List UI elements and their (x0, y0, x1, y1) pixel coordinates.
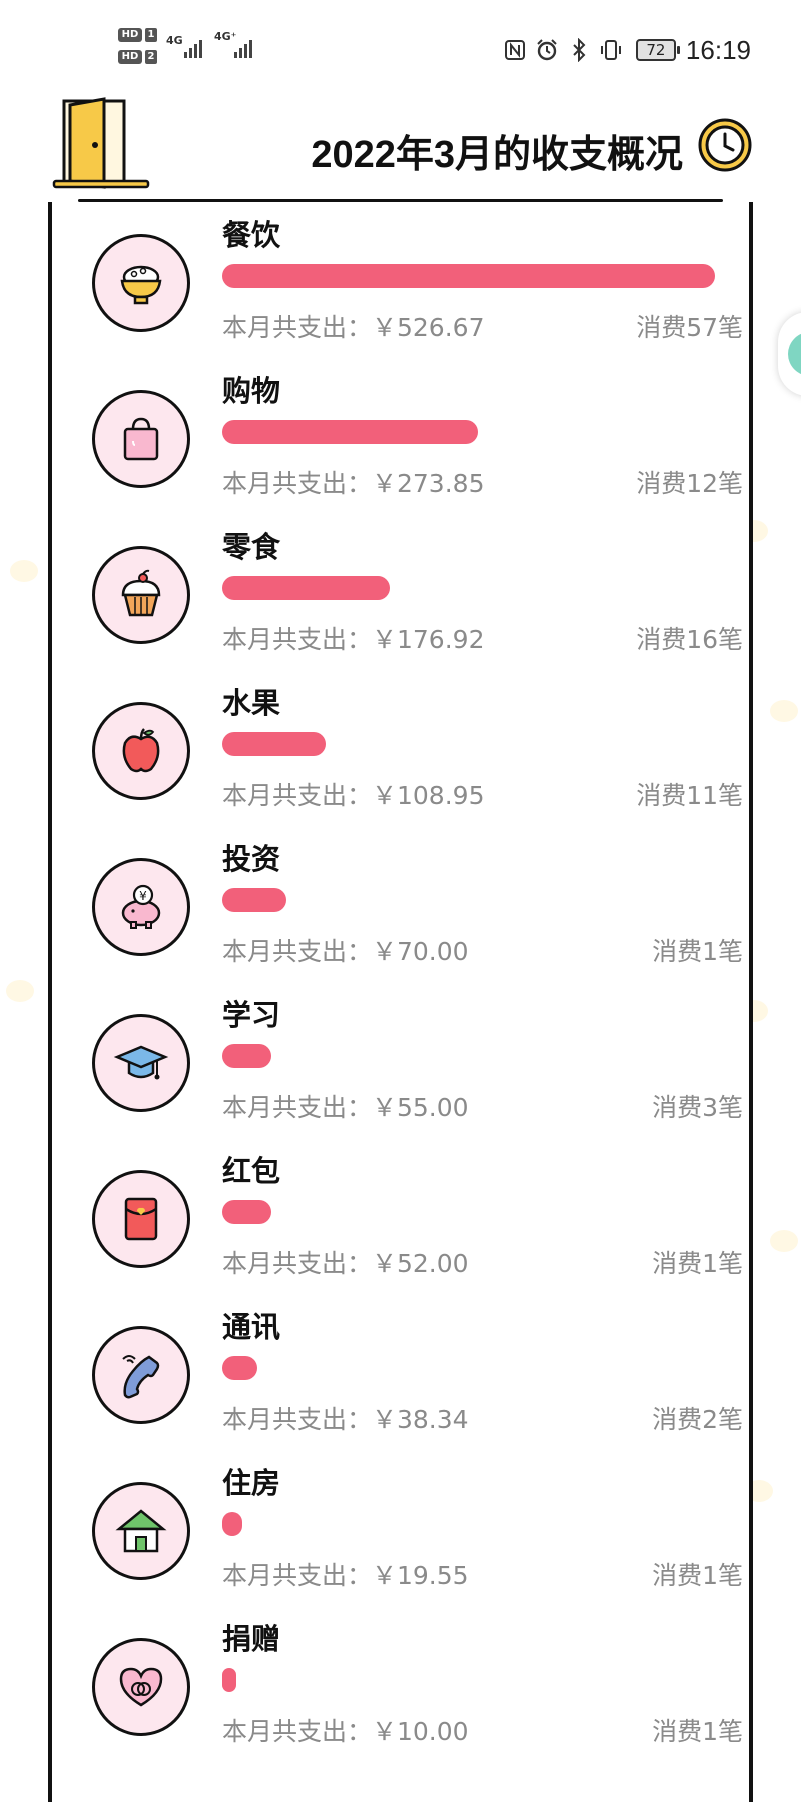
category-total: 本月共支出：￥55.00 (222, 1093, 469, 1122)
category-total: 本月共支出：￥108.95 (222, 781, 485, 810)
floating-chat-button[interactable] (778, 312, 801, 396)
sim-2-number: 2 (145, 50, 157, 64)
category-name: 通讯 (222, 1310, 281, 1344)
transaction-count: 消费16笔 (636, 625, 743, 654)
spending-bar (222, 732, 326, 756)
spending-bar (222, 1512, 242, 1536)
shopping-bag-icon (92, 390, 190, 488)
transaction-count: 消费2笔 (652, 1405, 743, 1434)
transaction-count: 消费12笔 (636, 469, 743, 498)
clock-icon[interactable] (697, 117, 753, 173)
category-total: 本月共支出：￥10.00 (222, 1717, 469, 1746)
transaction-count: 消费57笔 (636, 313, 743, 342)
category-total: 本月共支出：￥273.85 (222, 469, 485, 498)
battery-indicator: 72 (635, 39, 680, 61)
piggy-bank-icon: ¥ (92, 858, 190, 956)
apple-icon (92, 702, 190, 800)
nfc-icon (502, 37, 528, 63)
spending-bar (222, 1200, 271, 1224)
category-row[interactable]: 通讯本月共支出：￥38.34 消费2笔 (52, 1302, 757, 1458)
bluetooth-icon (566, 37, 592, 63)
category-total: 本月共支出：￥176.92 (222, 625, 485, 654)
category-name: 零食 (222, 530, 281, 564)
signal-strength-2-icon (230, 36, 256, 58)
category-total: 本月共支出：￥52.00 (222, 1249, 469, 1278)
cupcake-icon (92, 546, 190, 644)
category-row[interactable]: 学习本月共支出：￥55.00 消费3笔 (52, 990, 757, 1146)
sim-indicators: HD 1 HD 2 4G 4G⁺ (118, 26, 268, 72)
status-time: 16:19 (685, 34, 751, 65)
graduation-cap-icon (92, 1014, 190, 1112)
red-envelope-icon (92, 1170, 190, 1268)
transaction-count: 消费1笔 (652, 937, 743, 966)
spending-bar (222, 264, 715, 288)
hd-badge-2: HD (118, 50, 142, 64)
spending-bar (222, 888, 286, 912)
category-name: 餐饮 (222, 218, 281, 252)
category-row[interactable]: 水果本月共支出：￥108.95 消费11笔 (52, 678, 757, 834)
category-name: 购物 (222, 374, 281, 408)
sim-1-number: 1 (145, 28, 157, 42)
category-total: 本月共支出：￥526.67 (222, 313, 485, 342)
chat-bubble-icon (788, 332, 801, 376)
category-total: 本月共支出：￥19.55 (222, 1561, 469, 1590)
category-list: 餐饮本月共支出：￥526.67 消费57笔购物本月共支出：￥273.85 消费12笔… (48, 202, 753, 1802)
rice-bowl-icon (92, 234, 190, 332)
page-title: 2022年3月的收支概况 (311, 134, 683, 176)
category-row[interactable]: 捐赠本月共支出：￥10.00 消费1笔 (52, 1614, 757, 1770)
page-header: 2022年3月的收支概况 (0, 95, 801, 205)
spending-bar (222, 1044, 271, 1068)
transaction-count: 消费1笔 (652, 1717, 743, 1746)
category-row[interactable]: 购物本月共支出：￥273.85 消费12笔 (52, 366, 757, 522)
transaction-count: 消费1笔 (652, 1561, 743, 1590)
house-icon (92, 1482, 190, 1580)
category-row[interactable]: ¥ 投资本月共支出：￥70.00 消费1笔 (52, 834, 757, 990)
transaction-count: 消费3笔 (652, 1093, 743, 1122)
signal-strength-1-icon (180, 36, 206, 58)
spending-bar (222, 420, 478, 444)
spending-bar (222, 576, 390, 600)
spending-bar (222, 1668, 236, 1692)
category-row[interactable]: 住房本月共支出：￥19.55 消费1笔 (52, 1458, 757, 1614)
status-icons: 72 16:19 (502, 32, 751, 68)
category-row[interactable]: 红包本月共支出：￥52.00 消费1笔 (52, 1146, 757, 1302)
spending-bar (222, 1356, 257, 1380)
hd-badge-1: HD (118, 28, 142, 42)
category-name: 住房 (222, 1466, 281, 1500)
alarm-icon (534, 37, 560, 63)
phone-icon (92, 1326, 190, 1424)
heart-icon (92, 1638, 190, 1736)
category-row[interactable]: 零食本月共支出：￥176.92 消费16笔 (52, 522, 757, 678)
category-name: 红包 (222, 1154, 281, 1188)
category-total: 本月共支出：￥38.34 (222, 1405, 469, 1434)
category-name: 投资 (222, 842, 281, 876)
category-name: 捐赠 (222, 1622, 281, 1656)
category-name: 学习 (222, 998, 281, 1032)
transaction-count: 消费11笔 (636, 781, 743, 810)
transaction-count: 消费1笔 (652, 1249, 743, 1278)
status-bar: HD 1 HD 2 4G 4G⁺ 72 16:19 (0, 0, 801, 100)
category-row[interactable]: 餐饮本月共支出：￥526.67 消费57笔 (52, 210, 757, 366)
door-icon[interactable] (52, 95, 152, 195)
vibrate-icon (598, 37, 624, 63)
category-total: 本月共支出：￥70.00 (222, 937, 469, 966)
category-name: 水果 (222, 686, 281, 720)
svg-text:¥: ¥ (139, 889, 147, 903)
